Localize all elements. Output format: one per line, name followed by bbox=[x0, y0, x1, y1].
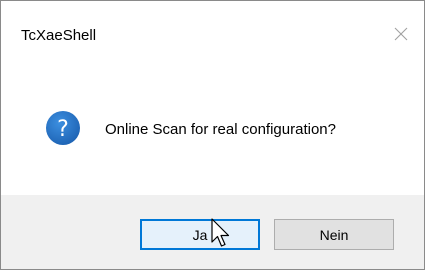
close-icon bbox=[394, 27, 408, 41]
question-icon: ? bbox=[46, 111, 80, 145]
title-bar: TcXaeShell bbox=[1, 1, 424, 57]
window-title: TcXaeShell bbox=[21, 27, 97, 44]
message-area: ? Online Scan for real configuration? bbox=[1, 57, 424, 195]
close-button[interactable] bbox=[384, 19, 418, 49]
yes-button-label: Ja bbox=[192, 226, 208, 243]
button-bar: Ja Nein bbox=[1, 195, 424, 269]
yes-button[interactable]: Ja bbox=[140, 219, 260, 250]
message-dialog: TcXaeShell ? Online Scan for real config… bbox=[0, 0, 425, 270]
svg-text:?: ? bbox=[57, 117, 69, 142]
no-button-label: Nein bbox=[319, 226, 349, 243]
no-button[interactable]: Nein bbox=[274, 219, 394, 250]
message-text: Online Scan for real configuration? bbox=[105, 121, 336, 138]
